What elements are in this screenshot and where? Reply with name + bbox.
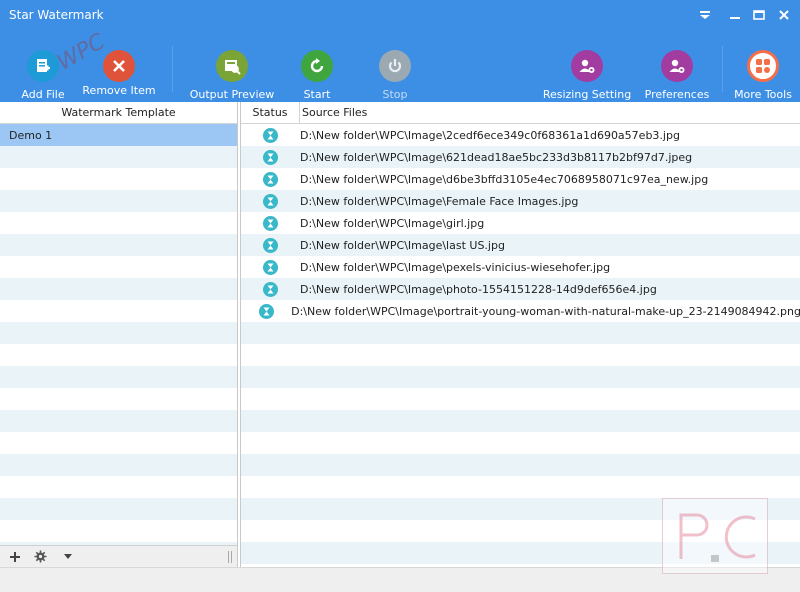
preferences-label: Preferences	[644, 88, 710, 101]
toolbar-separator	[172, 46, 173, 92]
resizing-setting-button[interactable]: Resizing Setting	[542, 32, 632, 102]
file-path: D:\New folder\WPC\Image\621dead18ae5bc23…	[300, 150, 693, 164]
gear-icon	[34, 550, 46, 563]
template-column-header[interactable]: Watermark Template	[0, 102, 237, 124]
file-path: D:\New folder\WPC\Image\portrait-young-w…	[291, 304, 800, 318]
start-label: Start	[303, 88, 331, 101]
more-tools-label: More Tools	[734, 88, 792, 101]
file-path: D:\New folder\WPC\Image\pexels-vinicius-…	[300, 260, 611, 274]
minimize-icon[interactable]	[724, 6, 746, 24]
file-row[interactable]: D:\New folder\WPC\Image\last US.jpg	[241, 234, 800, 256]
more-tools-icon	[747, 50, 779, 82]
template-settings-button[interactable]	[30, 546, 50, 568]
template-list: Demo 1	[0, 124, 237, 545]
template-item[interactable]: Demo 1	[0, 124, 237, 146]
more-tools-button[interactable]: More Tools	[734, 32, 792, 102]
stop-button[interactable]: Stop	[374, 32, 416, 102]
maximize-icon[interactable]	[748, 6, 770, 24]
file-row[interactable]: D:\New folder\WPC\Image\girl.jpg	[241, 212, 800, 234]
plus-icon	[10, 551, 20, 562]
file-row[interactable]: D:\New folder\WPC\Image\621dead18ae5bc23…	[241, 146, 800, 168]
template-item-label: Demo 1	[9, 128, 53, 142]
start-icon	[301, 50, 333, 82]
preferences-icon	[661, 50, 693, 82]
watermark-logo	[662, 498, 768, 574]
hourglass-icon	[263, 281, 278, 297]
toolbar-separator	[722, 46, 723, 92]
file-path: D:\New folder\WPC\Image\girl.jpg	[300, 216, 485, 230]
add-file-label: Add File	[21, 88, 65, 101]
file-row[interactable]: D:\New folder\WPC\Image\pexels-vinicius-…	[241, 256, 800, 278]
template-footer	[0, 545, 237, 567]
stop-icon	[379, 50, 411, 82]
resizing-setting-label: Resizing Setting	[542, 88, 632, 101]
file-path: D:\New folder\WPC\Image\photo-1554151228…	[300, 282, 657, 296]
file-path: D:\New folder\WPC\Image\last US.jpg	[300, 238, 505, 252]
hourglass-icon	[258, 303, 274, 319]
file-path: D:\New folder\WPC\Image\2cedf6ece349c0f6…	[300, 128, 680, 142]
preview-icon	[216, 50, 248, 82]
start-button[interactable]: Start	[296, 32, 338, 102]
file-row[interactable]: D:\New folder\WPC\Image\portrait-young-w…	[241, 300, 800, 322]
stop-label: Stop	[382, 88, 408, 101]
file-row[interactable]: D:\New folder\WPC\Image\Female Face Imag…	[241, 190, 800, 212]
remove-icon	[103, 50, 135, 82]
hourglass-icon	[263, 171, 278, 187]
add-template-button[interactable]	[0, 546, 30, 568]
dropdown-icon[interactable]	[694, 6, 716, 24]
output-preview-label: Output Preview	[189, 88, 275, 101]
resize-settings-icon	[571, 50, 603, 82]
file-row[interactable]: D:\New folder\WPC\Image\2cedf6ece349c0f6…	[241, 124, 800, 146]
file-path: D:\New folder\WPC\Image\d6be3bffd3105e4e…	[300, 172, 709, 186]
hourglass-icon	[263, 259, 278, 275]
chevron-down-icon[interactable]	[58, 546, 78, 568]
resize-grip[interactable]	[228, 551, 232, 563]
source-files-column-header[interactable]: Source Files	[300, 102, 367, 124]
window-title: Star Watermark	[9, 8, 104, 22]
close-icon[interactable]	[773, 6, 795, 24]
hourglass-icon	[263, 215, 278, 231]
title-bar: Star Watermark	[0, 0, 800, 32]
template-header-label: Watermark Template	[61, 106, 176, 119]
file-list-header: Status Source Files	[241, 102, 800, 124]
preferences-button[interactable]: Preferences	[644, 32, 710, 102]
output-preview-button[interactable]: Output Preview	[190, 32, 274, 102]
toolbar: Add File Remove Item Output Preview Star…	[0, 32, 800, 102]
hourglass-icon	[263, 193, 278, 209]
hourglass-icon	[263, 127, 278, 143]
hourglass-icon	[263, 237, 278, 253]
file-row[interactable]: D:\New folder\WPC\Image\d6be3bffd3105e4e…	[241, 168, 800, 190]
file-row[interactable]: D:\New folder\WPC\Image\photo-1554151228…	[241, 278, 800, 300]
file-path: D:\New folder\WPC\Image\Female Face Imag…	[300, 194, 579, 208]
hourglass-icon	[263, 149, 278, 165]
status-column-header[interactable]: Status	[241, 102, 300, 124]
remove-item-label: Remove Item	[82, 84, 156, 97]
template-panel: Watermark Template Demo 1	[0, 102, 238, 567]
